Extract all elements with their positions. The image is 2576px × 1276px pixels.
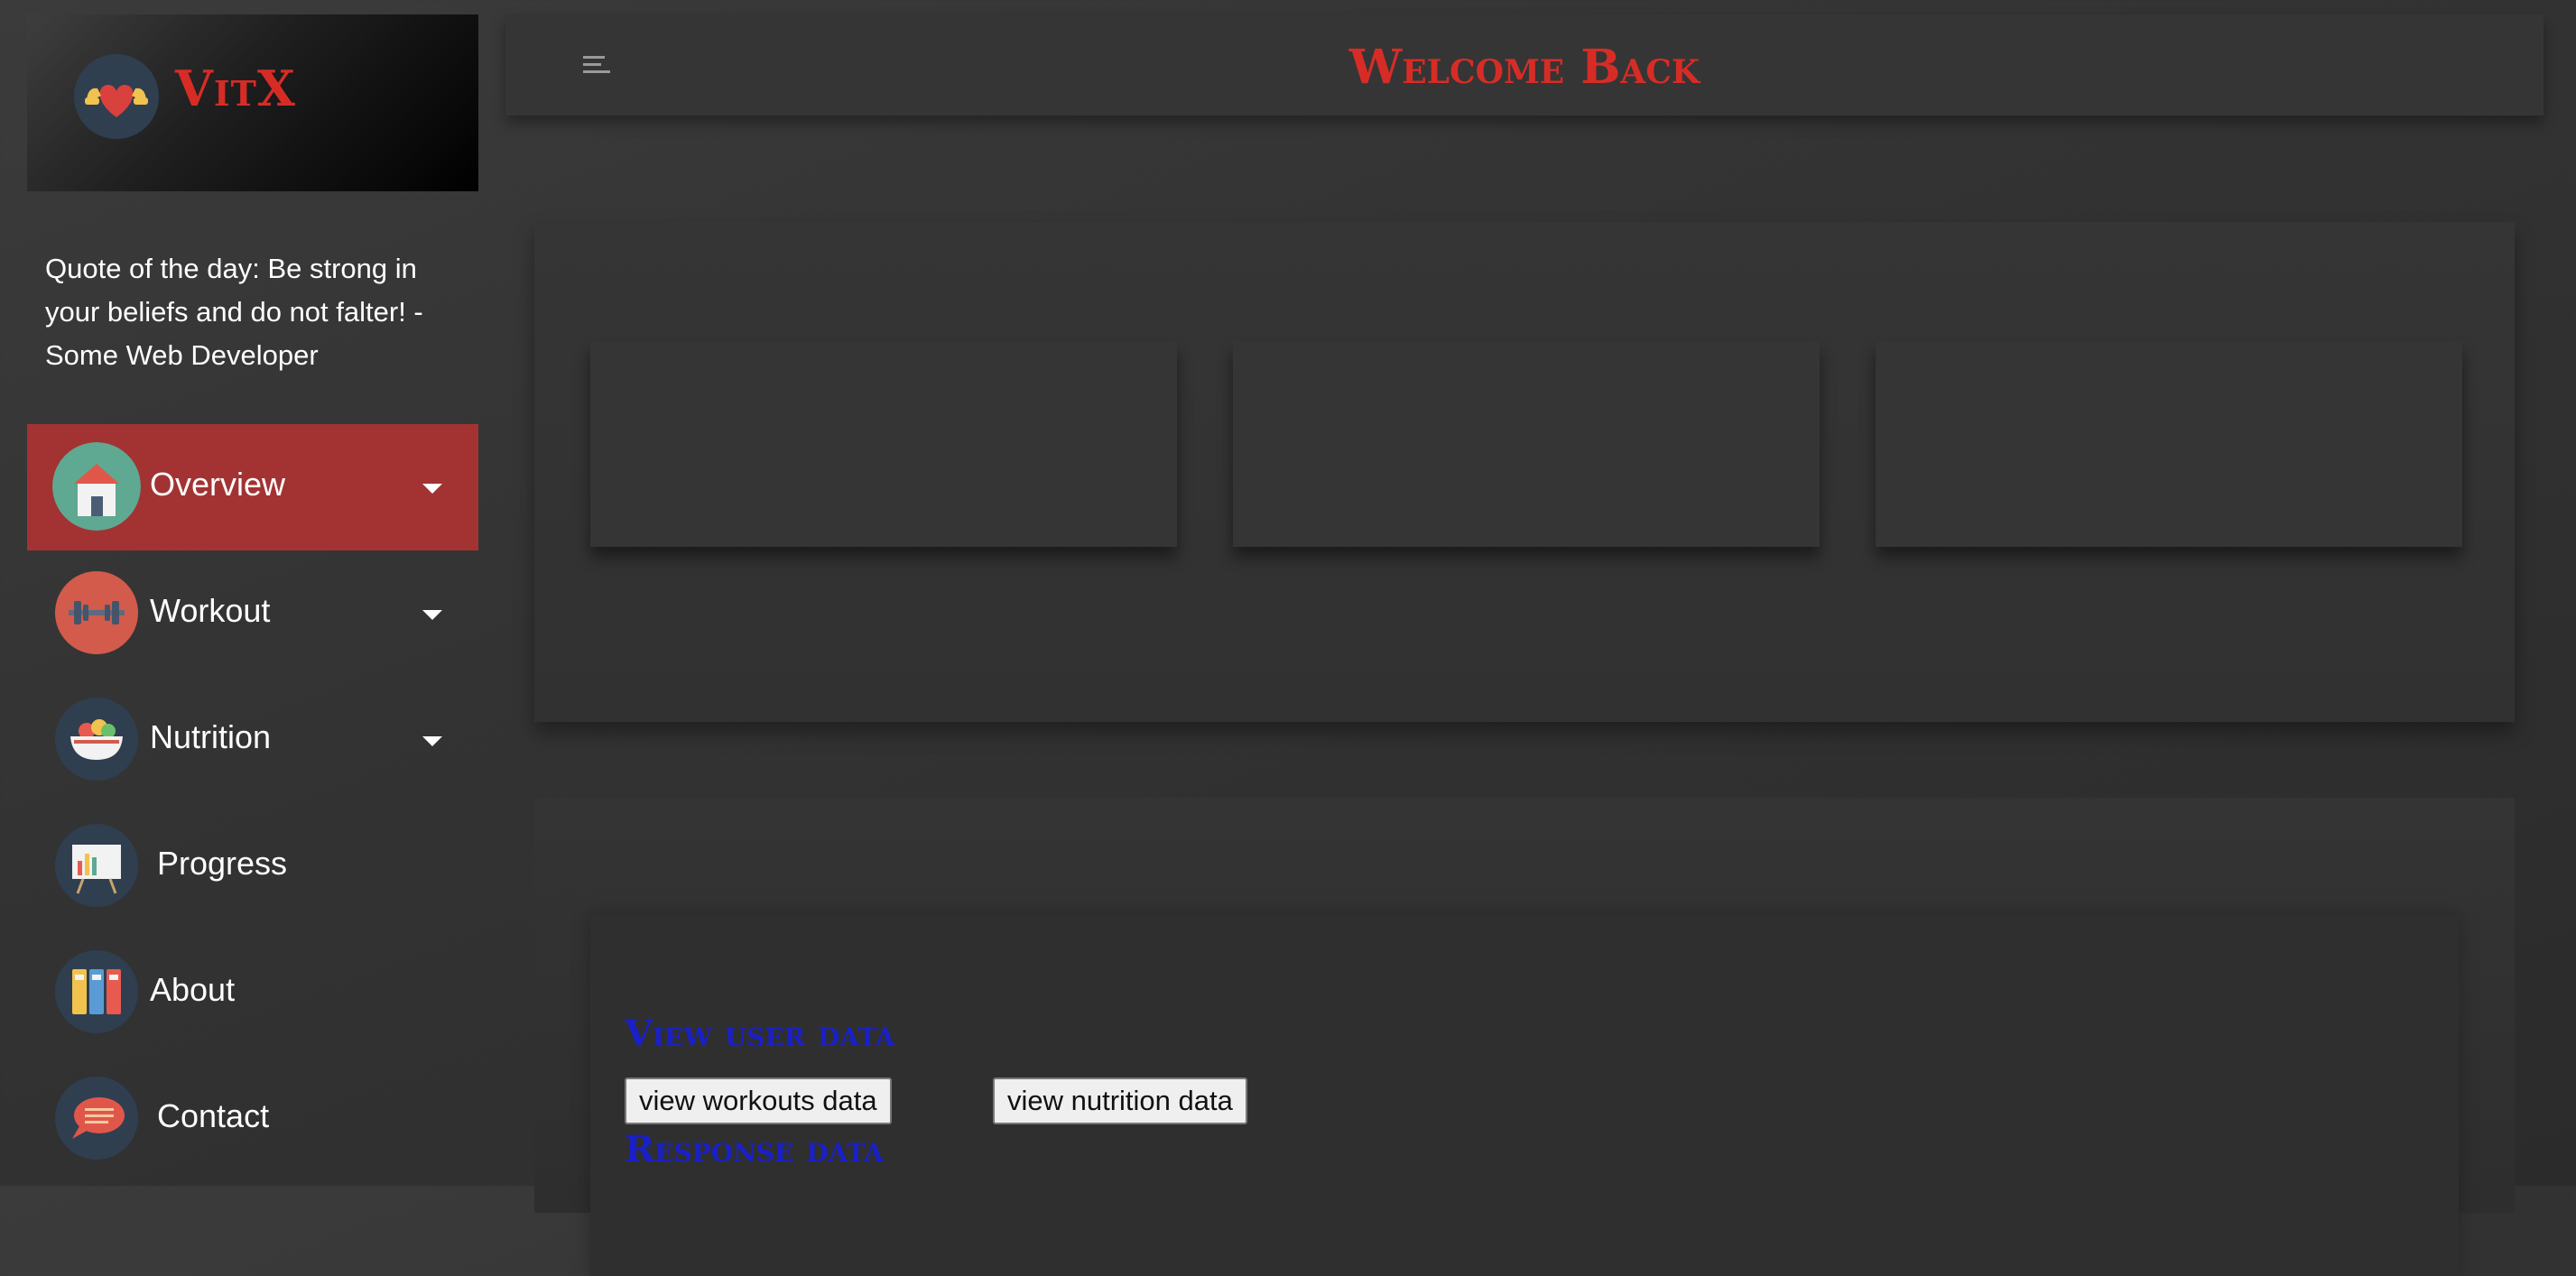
quote-of-the-day: Quote of the day: Be strong in your beli… <box>45 253 423 371</box>
sidebar-item-label: Progress <box>157 845 288 882</box>
flexing-heart-icon[interactable] <box>74 54 159 139</box>
response-data-heading: Response data <box>625 1128 884 1170</box>
sidebar-item-label: Nutrition <box>150 718 272 755</box>
page-title: Welcome Back <box>1348 40 1700 95</box>
summary-card <box>590 341 1177 547</box>
brand-name[interactable]: VitX <box>175 60 296 117</box>
chevron-down-icon[interactable] <box>422 484 442 494</box>
sidebar-nav: Overview Workout Nutrition Progress Abou… <box>27 424 478 1182</box>
sidebar-item-progress[interactable]: Progress <box>27 803 478 929</box>
sidebar-item-label: Contact <box>157 1097 270 1134</box>
top-header: Welcome Back <box>505 14 2544 116</box>
sidebar-item-label: Overview <box>150 466 286 503</box>
chevron-down-icon[interactable] <box>422 736 442 746</box>
sidebar-item-label: About <box>150 971 236 1008</box>
salad-bowl-icon <box>52 695 141 783</box>
sidebar-item-overview[interactable]: Overview <box>27 424 478 550</box>
chart-easel-icon <box>52 821 141 910</box>
chevron-down-icon[interactable] <box>422 610 442 620</box>
data-section: View user data view workouts data view n… <box>590 915 2459 1276</box>
summary-card <box>1233 341 1820 547</box>
view-nutrition-data-button[interactable]: view nutrition data <box>993 1077 1247 1124</box>
sidebar-item-label: Workout <box>150 592 271 629</box>
sidebar-item-contact[interactable]: Contact <box>27 1056 478 1182</box>
sidebar-item-about[interactable]: About <box>27 929 478 1056</box>
dumbbell-icon <box>52 569 141 657</box>
summary-card <box>1876 341 2462 547</box>
home-icon <box>52 442 141 531</box>
sidebar-item-workout[interactable]: Workout <box>27 550 478 677</box>
chat-bubble-icon <box>52 1074 141 1162</box>
overview-panel <box>534 222 2515 722</box>
brand-header: VitX <box>27 14 478 191</box>
view-user-data-heading: View user data <box>625 1012 895 1055</box>
binders-icon <box>52 948 141 1036</box>
data-panel: View user data view workouts data view n… <box>534 798 2515 1276</box>
sidebar-item-nutrition[interactable]: Nutrition <box>27 677 478 803</box>
sidebar: VitX Quote of the day: Be strong in your… <box>27 14 478 1186</box>
view-workouts-data-button[interactable]: view workouts data <box>625 1077 892 1124</box>
